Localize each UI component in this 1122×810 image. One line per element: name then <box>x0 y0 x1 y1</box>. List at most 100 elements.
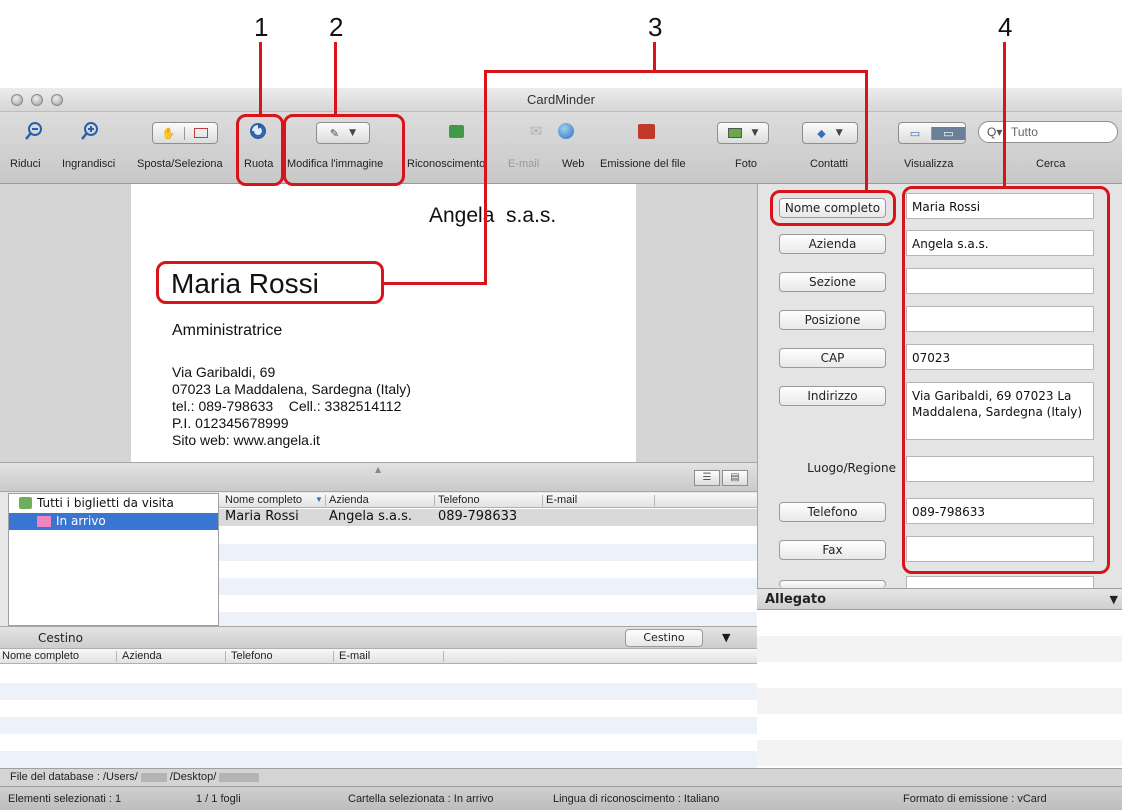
triangle-down-icon[interactable]: ▼ <box>1110 593 1118 606</box>
mail-icon: ✉ <box>529 122 543 140</box>
card-phones: tel.: 089-798633 Cell.: 3382514112 <box>172 398 402 414</box>
tree-item-inbox[interactable]: In arrivo <box>37 514 106 528</box>
view-split-icon[interactable]: ▭ <box>932 126 965 140</box>
riduci-label: Riduci <box>10 158 41 170</box>
pink-folder-icon <box>37 515 51 527</box>
callout-4-line <box>1003 42 1006 187</box>
title-bar: CardMinder <box>0 88 1122 112</box>
card-preview-area: Angela s.a.s. Maria Rossi Amministratric… <box>0 184 757 462</box>
view-segmented[interactable]: ▭ ▭ <box>898 122 966 144</box>
web-label: Web <box>562 158 585 170</box>
attachment-area <box>757 610 1122 768</box>
detail-view-toggle[interactable]: ▤ <box>722 470 748 486</box>
sposta-label: Sposta/Seleziona <box>137 158 223 170</box>
callout-3-stem <box>653 42 656 72</box>
db-path-prefix: File del database : /Users/ <box>10 771 138 783</box>
folder-tree: Tutti i biglietti da visita In arrivo <box>8 493 219 626</box>
zoom-out-icon <box>20 120 48 142</box>
highlight-edit-image <box>283 114 405 186</box>
highlight-card-name <box>156 261 384 304</box>
chevron-down-icon: ▼ <box>751 128 759 138</box>
highlight-rotate <box>236 114 284 186</box>
web-button[interactable] <box>552 120 580 142</box>
attachment-header[interactable]: Allegato ▼ <box>757 588 1122 610</box>
field-input-next[interactable] <box>906 576 1094 588</box>
contatti-label: Contatti <box>810 158 848 170</box>
field-label-luogo-regione: Luogo/Regione <box>807 461 896 475</box>
sort-arrow-icon: ▼ <box>315 495 323 504</box>
row-phone: 089-798633 <box>438 509 518 524</box>
col-telefono[interactable]: Telefono <box>438 494 480 506</box>
field-button-azienda[interactable]: Azienda <box>779 234 886 254</box>
zoom-in-button[interactable] <box>76 120 104 142</box>
triangle-down-icon[interactable]: ▼ <box>722 631 730 644</box>
splitter-handle-icon[interactable]: ▲ <box>375 465 381 474</box>
col-email[interactable]: E-mail <box>546 494 577 506</box>
email-button[interactable]: ✉ <box>522 120 550 142</box>
recognition-button[interactable] <box>442 120 470 142</box>
trash-title: Cestino <box>38 631 83 645</box>
move-select-segmented[interactable]: ✋ <box>152 122 218 144</box>
field-button-indirizzo[interactable]: Indirizzo <box>779 386 886 406</box>
callout-1-line <box>259 42 262 115</box>
card-company: Angela s.a.s. <box>429 204 557 227</box>
tree-item-inbox-label: In arrivo <box>56 514 106 528</box>
highlight-name-button <box>770 190 896 226</box>
trash-button[interactable]: Cestino <box>625 629 703 647</box>
status-language: Lingua di riconoscimento : Italiano <box>553 793 720 805</box>
trash-col-telefono[interactable]: Telefono <box>231 650 273 662</box>
callout-2: 2 <box>329 12 344 42</box>
field-button-sezione[interactable]: Sezione <box>779 272 886 292</box>
callout-2-line <box>334 42 337 115</box>
file-output-button[interactable] <box>632 120 660 142</box>
callout-3-left-tail <box>384 282 487 285</box>
selection-rect-icon[interactable] <box>185 128 217 138</box>
search-input[interactable]: Q▾ Tutto <box>978 121 1118 143</box>
row-name: Maria Rossi <box>225 509 299 524</box>
trash-col-nome-completo[interactable]: Nome completo <box>2 650 79 662</box>
db-path-mid: /Desktop/ <box>169 771 217 783</box>
emissione-label: Emissione del file <box>600 158 686 170</box>
search-icon: Q▾ <box>987 125 1003 139</box>
panel-divider[interactable]: ▲ ☰ ▤ <box>0 462 757 492</box>
highlight-field-inputs <box>902 186 1110 574</box>
list-view-toggle[interactable]: ☰ <box>694 470 720 486</box>
photo-dropdown[interactable]: ▼ <box>717 122 769 144</box>
field-button-fax[interactable]: Fax <box>779 540 886 560</box>
recognition-icon <box>442 120 470 142</box>
status-sheets: 1 / 1 fogli <box>196 793 241 805</box>
contacts-dropdown[interactable]: ◆ ▼ <box>802 122 858 144</box>
chevron-down-icon: ▼ <box>835 128 843 138</box>
col-nome-completo[interactable]: Nome completo <box>225 494 302 506</box>
callout-4: 4 <box>998 12 1013 42</box>
hand-icon[interactable]: ✋ <box>153 126 185 140</box>
tree-item-all-cards[interactable]: Tutti i biglietti da visita <box>15 496 174 510</box>
row-company: Angela s.a.s. <box>329 509 413 524</box>
trash-col-email[interactable]: E-mail <box>339 650 370 662</box>
trash-bar: Cestino Cestino ▼ <box>0 626 757 648</box>
search-placeholder: Tutto <box>1011 125 1038 139</box>
card-piva: P.I. 012345678999 <box>172 415 289 431</box>
attachment-title: Allegato <box>765 592 827 607</box>
business-card-image[interactable]: Angela s.a.s. Maria Rossi Amministratric… <box>131 184 636 462</box>
card-role: Amministratrice <box>172 322 283 339</box>
table-row[interactable]: Maria Rossi Angela s.a.s. 089-798633 <box>219 509 757 526</box>
all-cards-icon <box>19 497 32 509</box>
card-address2: 07023 La Maddalena, Sardegna (Italy) <box>172 381 411 397</box>
col-azienda[interactable]: Azienda <box>329 494 369 506</box>
callout-3-left-drop <box>484 70 487 285</box>
email-label: E-mail <box>508 158 540 170</box>
status-format: Formato di emissione : vCard <box>903 793 1047 805</box>
view-single-icon[interactable]: ▭ <box>899 126 933 140</box>
visualizza-label: Visualizza <box>904 158 954 170</box>
field-button-cap[interactable]: CAP <box>779 348 886 368</box>
field-button-next[interactable] <box>779 580 886 588</box>
field-button-posizione[interactable]: Posizione <box>779 310 886 330</box>
zoom-out-button[interactable] <box>20 120 48 142</box>
window-title: CardMinder <box>527 92 595 107</box>
trash-list-header: Nome completo Azienda Telefono E-mail <box>0 649 757 664</box>
trash-col-azienda[interactable]: Azienda <box>122 650 162 662</box>
contacts-icon: ◆ <box>817 126 826 140</box>
zoom-in-icon <box>76 120 104 142</box>
field-button-telefono[interactable]: Telefono <box>779 502 886 522</box>
